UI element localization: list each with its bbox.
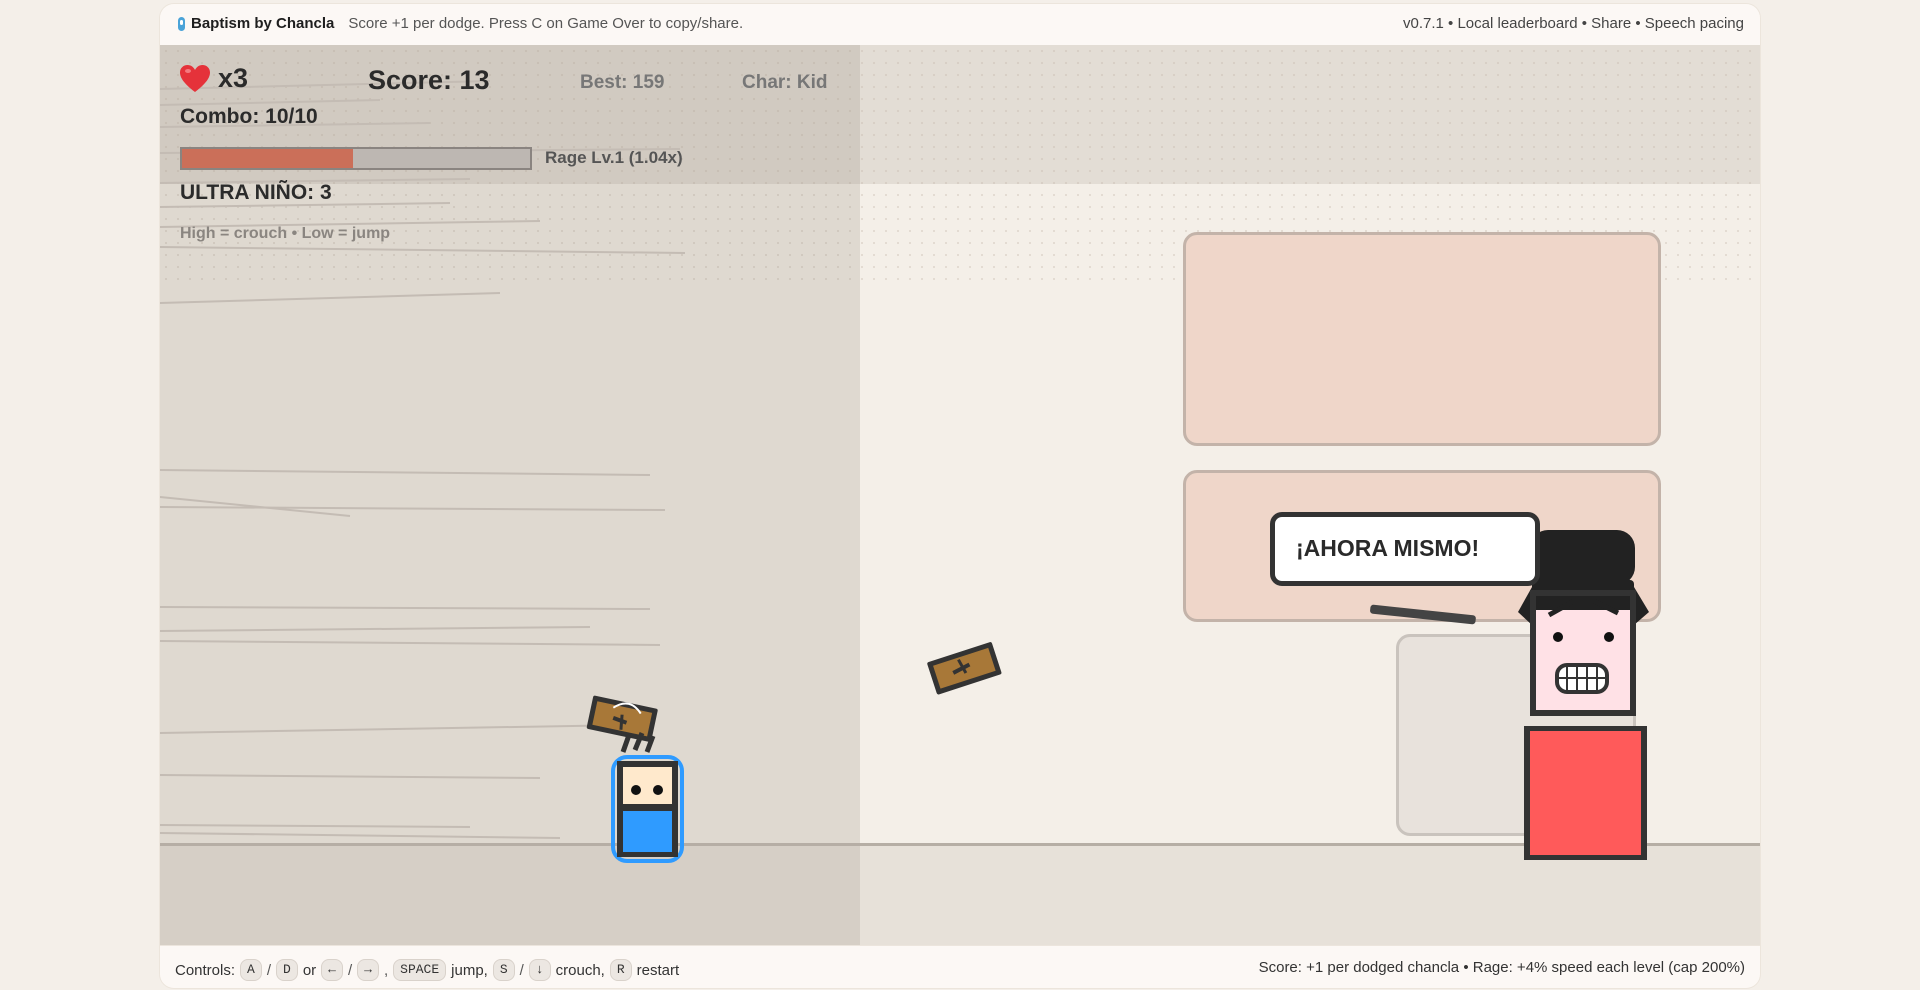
window-panel-upper (1183, 232, 1661, 446)
floor (160, 845, 1760, 945)
crouch-text: crouch, (555, 961, 605, 979)
app-tagline: Score +1 per dodge. Press C on Game Over… (348, 15, 744, 32)
score-value: Score: 13 (368, 65, 490, 95)
chancla-projectile-right (927, 642, 1002, 695)
ultra-counter: ULTRA NIÑO: 3 (180, 181, 332, 204)
separator: , (383, 961, 389, 979)
scoring-rules: Score: +1 per dodged chancla • Rage: +4%… (1258, 959, 1745, 976)
floor-line (160, 843, 1760, 846)
version-meta: v0.7.1 • Local leaderboard • Share • Spe… (1403, 15, 1744, 32)
chancla-icon (178, 16, 185, 31)
controls-label: Controls: (175, 961, 236, 979)
separator: / (347, 961, 353, 979)
rage-level: Rage Lv.1 (1.04x) (545, 148, 683, 167)
restart-text: restart (636, 961, 680, 979)
header-bar: Baptism by Chancla Score +1 per dodge. P… (160, 4, 1760, 46)
speech-text: ¡AHORA MISMO! (1296, 535, 1480, 561)
lives-counter: x3 (180, 63, 248, 94)
key-space: SPACE (393, 959, 447, 981)
game-window: Baptism by Chancla Score +1 per dodge. P… (160, 4, 1760, 988)
rage-meter-fill (182, 149, 353, 168)
separator: / (266, 961, 272, 979)
key-down-arrow: ↓ (528, 959, 551, 981)
game-canvas[interactable]: x3 Score: 13 Best: 159 Char: Kid Combo: … (160, 45, 1760, 945)
key-s: S (492, 959, 515, 981)
best-score: Best: 159 (580, 72, 665, 93)
dodge-hint: High = crouch • Low = jump (180, 225, 391, 242)
key-left-arrow: ← (321, 959, 343, 981)
player-kid (611, 732, 684, 863)
jump-text: jump, (451, 961, 488, 979)
key-a: A (240, 959, 262, 981)
separator: / (519, 961, 524, 979)
heart-icon (180, 64, 210, 92)
speech-bubble: ¡AHORA MISMO! (1270, 512, 1540, 586)
lives-value: x3 (218, 63, 249, 93)
key-right-arrow: → (357, 959, 379, 981)
or-text: or (302, 961, 317, 979)
character-label: Char: Kid (742, 72, 828, 93)
app-title: Baptism by Chancla (191, 15, 335, 32)
rage-meter (180, 147, 532, 170)
controls-footer: Controls: A / D or ← / → , SPACE jump, S… (160, 945, 1760, 988)
mom-hair-bun (1530, 530, 1635, 585)
key-r: R (609, 959, 632, 981)
combo-counter: Combo: 10/10 (180, 105, 318, 128)
key-d: D (276, 959, 298, 981)
